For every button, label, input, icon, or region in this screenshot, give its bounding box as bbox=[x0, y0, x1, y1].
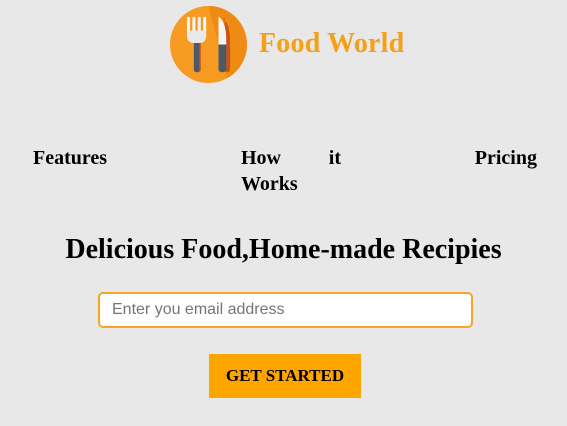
fork-knife-icon[interactable] bbox=[170, 5, 247, 83]
nav-item-how-it-works[interactable]: How it Works bbox=[241, 145, 341, 197]
hero-title: Delicious Food,Home-made Recipies bbox=[65, 234, 502, 265]
nav-item-pricing[interactable]: Pricing bbox=[475, 145, 537, 171]
site-header: Food World bbox=[170, 5, 405, 83]
brand-name: Food World bbox=[259, 28, 405, 59]
email-input[interactable] bbox=[98, 292, 473, 328]
get-started-button[interactable]: GET STARTED bbox=[209, 354, 361, 398]
nav-item-features[interactable]: Features bbox=[33, 145, 107, 171]
